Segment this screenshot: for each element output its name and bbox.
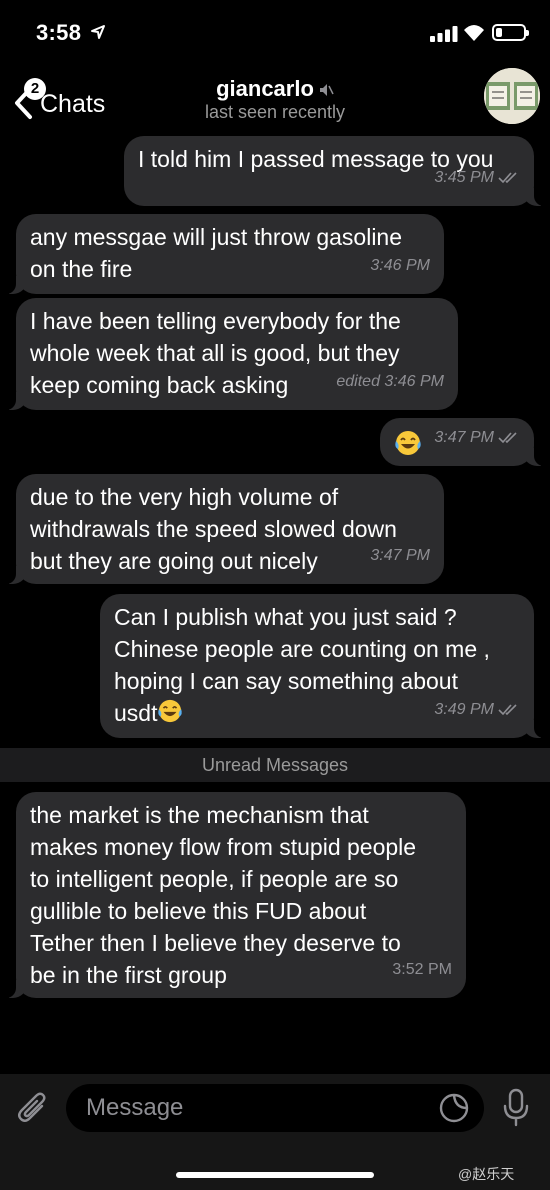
paperclip-icon[interactable] — [16, 1090, 50, 1128]
message-meta: 3:52 PM — [392, 954, 452, 986]
message-bubble-incoming[interactable]: any messgae will just throw gasoline on … — [2, 214, 444, 294]
contact-last-seen: last seen recently — [204, 102, 346, 122]
double-check-icon — [498, 172, 517, 184]
message-bubble-outgoing[interactable]: I told him I passed message to you 3:45 … — [124, 136, 548, 206]
muted-icon — [319, 84, 334, 97]
message-time: 3:47 PM — [434, 429, 494, 446]
message-time: 3:52 PM — [392, 961, 452, 978]
message-time: 3:47 PM — [370, 547, 430, 564]
home-indicator[interactable] — [176, 1172, 374, 1178]
sticker-icon[interactable] — [438, 1092, 470, 1124]
message-meta: edited 3:46 PM — [336, 366, 444, 398]
message-input[interactable] — [66, 1084, 484, 1132]
double-check-icon — [498, 432, 517, 444]
laughing-tears-emoji-icon — [158, 699, 183, 723]
message-bubble-outgoing[interactable]: Can I publish what you just said ? Chine… — [100, 594, 548, 738]
unread-messages-divider: Unread Messages — [0, 748, 550, 782]
message-time: 3:45 PM — [434, 169, 494, 186]
chat-header: 2 Chats giancarlo last seen recently — [0, 62, 550, 132]
microphone-icon[interactable] — [500, 1088, 532, 1128]
message-time: 3:49 PM — [434, 701, 494, 718]
status-bar: 3:58 — [0, 0, 550, 66]
message-bubble-incoming[interactable]: the market is the mechanism that makes m… — [2, 792, 466, 998]
message-time: 3:46 PM — [370, 257, 430, 274]
battery-icon — [492, 24, 529, 41]
contact-name: giancarlo — [216, 76, 314, 101]
message-time: edited 3:46 PM — [336, 373, 444, 390]
message-meta: 3:47 PM — [370, 540, 430, 572]
double-check-icon — [498, 704, 517, 716]
cellular-signal-icon — [430, 26, 458, 42]
message-emoji — [394, 428, 422, 455]
watermark: @赵乐天 — [458, 1166, 515, 1182]
message-text: the market is the mechanism that makes m… — [30, 802, 417, 988]
message-meta: 3:47 PM — [434, 422, 520, 454]
message-meta: 3:46 PM — [370, 250, 430, 282]
location-arrow-icon — [91, 25, 105, 39]
message-meta: 3:45 PM — [434, 162, 520, 194]
message-text: due to the very high volume of withdrawa… — [30, 484, 397, 574]
message-bubble-incoming[interactable]: due to the very high volume of withdrawa… — [2, 474, 444, 584]
contact-avatar[interactable] — [484, 68, 540, 124]
message-bubble-incoming[interactable]: I have been telling everybody for the wh… — [2, 298, 458, 410]
status-time: 3:58 — [36, 20, 82, 45]
message-meta: 3:49 PM — [434, 694, 520, 726]
laughing-tears-emoji-icon — [395, 430, 421, 455]
message-input-bar: @赵乐天 — [0, 1074, 550, 1190]
contact-name-row[interactable]: giancarlo — [0, 76, 550, 102]
message-bubble-outgoing[interactable]: 3:47 PM — [380, 418, 548, 466]
banknote-avatar-image — [484, 68, 540, 124]
wifi-icon — [464, 25, 484, 41]
message-text: any messgae will just throw gasoline on … — [30, 224, 403, 282]
